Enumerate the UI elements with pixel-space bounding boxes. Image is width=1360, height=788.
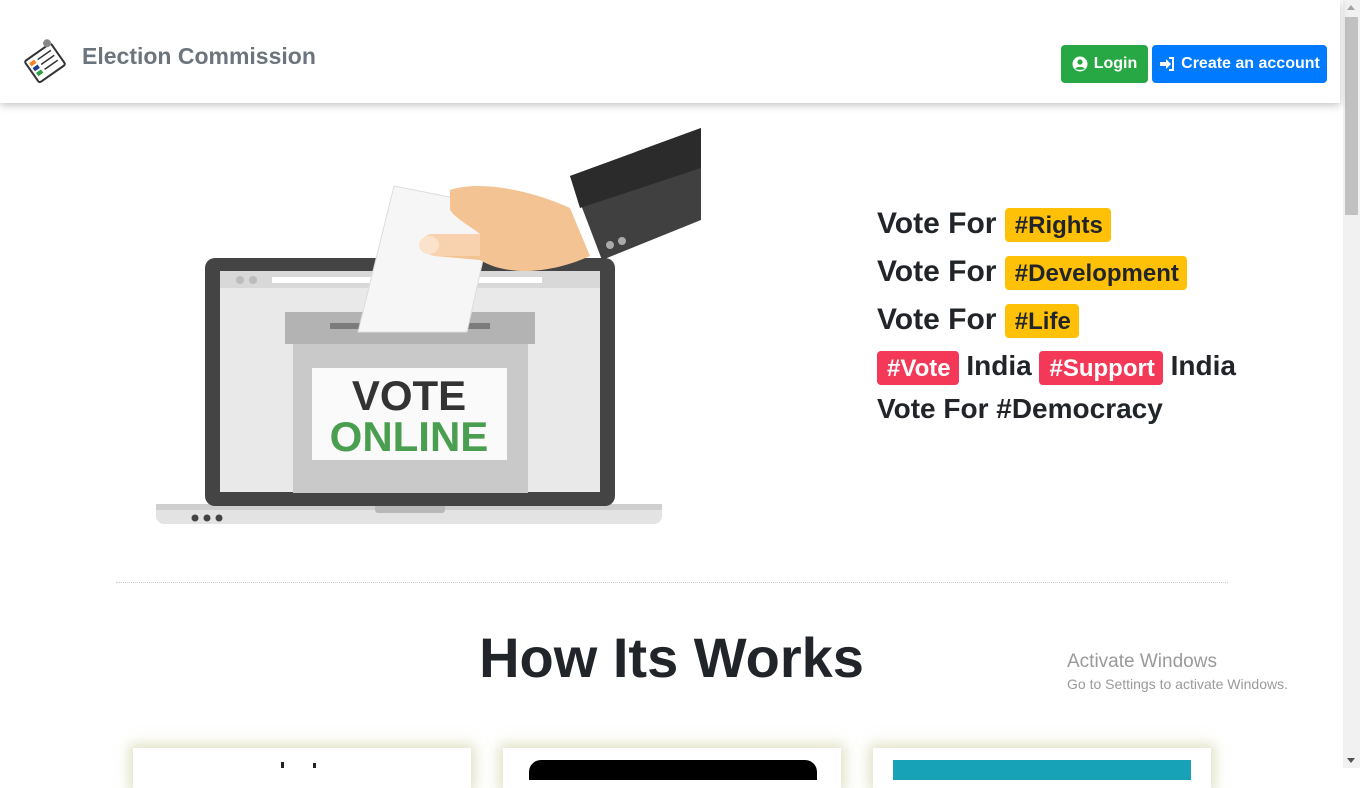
- step-card: [503, 748, 841, 788]
- step-card: [873, 748, 1211, 788]
- slogan-word-india: India: [1170, 350, 1236, 381]
- badge-vote: #Vote: [877, 350, 959, 385]
- card-icon-fragment: [281, 762, 284, 768]
- brand-link[interactable]: Election Commission: [20, 38, 316, 88]
- slogans: Vote For #Rights Vote For #Development V…: [877, 200, 1237, 430]
- section-divider: [116, 582, 1228, 583]
- user-circle-icon: [1072, 56, 1088, 72]
- step-card: [133, 748, 471, 788]
- watermark-title: Activate Windows: [1067, 651, 1217, 672]
- slogan-word-india: India: [966, 350, 1032, 381]
- slogan-prefix: Vote For: [877, 303, 997, 336]
- scroll-up-arrow-icon[interactable]: [1347, 5, 1355, 10]
- slogan-prefix: Vote For: [877, 207, 997, 240]
- ballot-text-online: ONLINE: [330, 413, 489, 460]
- create-account-button[interactable]: Create an account: [1152, 45, 1327, 83]
- card-icon-fragment: [313, 763, 316, 768]
- badge-development: #Development: [1004, 256, 1187, 291]
- vertical-scrollbar[interactable]: [1343, 0, 1360, 768]
- badge-rights: #Rights: [1004, 208, 1111, 243]
- login-button[interactable]: Login: [1061, 45, 1148, 83]
- create-account-label: Create an account: [1181, 55, 1320, 72]
- vote-online-illustration: VOTE ONLINE: [156, 128, 701, 524]
- slogan-democracy: Vote For #Democracy: [877, 393, 1163, 424]
- slogan-development: Vote For #Development: [877, 248, 1237, 296]
- slogan-prefix: Vote For: [877, 255, 997, 288]
- navbar: Election Commission Login Create an acco…: [0, 0, 1340, 103]
- watermark-subtitle: Go to Settings to activate Windows.: [1067, 676, 1288, 692]
- badge-life: #Life: [1004, 304, 1079, 339]
- card-image: [529, 760, 817, 780]
- slogan-vote-support: #Vote India #Support India: [877, 344, 1237, 387]
- slogan-life: Vote For #Life: [877, 296, 1237, 344]
- ballot-text-vote: VOTE: [352, 372, 466, 419]
- scroll-down-arrow-icon[interactable]: [1347, 758, 1355, 763]
- badge-support: #Support: [1039, 350, 1163, 385]
- slogan-rights: Vote For #Rights: [877, 200, 1237, 248]
- evm-logo-icon: [24, 39, 66, 84]
- windows-activation-watermark: Activate Windows Go to Settings to activ…: [1067, 651, 1288, 692]
- card-image: [893, 760, 1191, 780]
- scrollbar-thumb[interactable]: [1345, 17, 1358, 215]
- brand-title: Election Commission: [82, 42, 316, 69]
- login-label: Login: [1093, 55, 1138, 72]
- sign-in-icon: [1160, 57, 1175, 71]
